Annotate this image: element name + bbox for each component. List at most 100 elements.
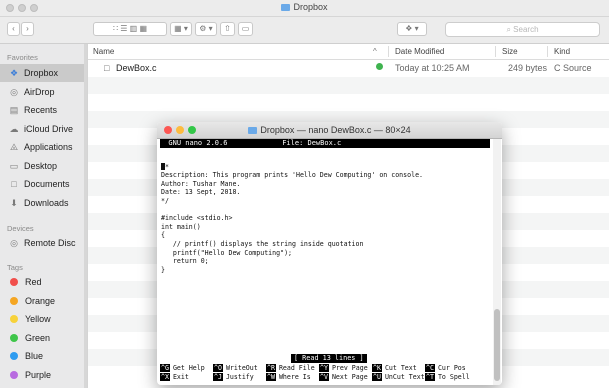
airdrop-icon: ◎ — [10, 86, 18, 97]
file-name: DewBox.c — [116, 63, 157, 73]
file-row[interactable]: □ DewBox.c Today at 10:25 AM 249 bytes C Sou… — [88, 60, 609, 77]
shortcut-read-file: ^R Read File — [266, 364, 315, 373]
back-button[interactable]: ‹ — [7, 22, 20, 36]
forward-button[interactable]: › — [21, 22, 34, 36]
sidebar-item-applications[interactable]: ⨻ Applications — [0, 138, 87, 156]
window-title: Dropbox — [0, 2, 609, 12]
shortcut-writeout: ^O WriteOut — [213, 364, 258, 373]
terminal-close-button[interactable] — [164, 126, 172, 134]
shortcut-label: Prev Page — [331, 364, 368, 372]
view-mode-buttons[interactable]: ∷ ☰ ▥ ▦ — [93, 22, 167, 36]
shortcut-label: Cur Pos — [437, 364, 466, 372]
tag-color-dot — [10, 333, 18, 342]
sidebar-item-documents[interactable]: □ Documents — [0, 175, 87, 193]
dropbox-icon: ❖ — [9, 68, 19, 78]
shortcut-key: ^V — [319, 373, 329, 381]
folder-icon — [248, 127, 258, 134]
shortcut-label: To Spell — [437, 373, 470, 381]
sidebar-item-desktop[interactable]: ▭ Desktop — [0, 157, 87, 175]
sidebar-item-remote-disc[interactable]: ◎ Remote Disc — [0, 234, 87, 252]
terminal-zoom-button[interactable] — [188, 126, 196, 134]
scrollbar-thumb[interactable] — [494, 309, 500, 381]
sidebar-tag-red[interactable]: Red — [0, 273, 87, 291]
shortcut-label: WriteOut — [225, 364, 258, 372]
finder-toolbar: ‹ › ∷ ☰ ▥ ▦ ▦ ▾ ⚙ ▾ ⇧ ▭ ❖ ▾ ⌕ Search — [0, 17, 609, 44]
search-input[interactable]: ⌕ Search — [445, 22, 600, 37]
nano-header-bar: GNU nano 2.0.6 File: DewBox.c — [160, 139, 490, 148]
shortcut-label: Next Page — [331, 373, 368, 381]
tag-color-dot — [10, 315, 18, 324]
code-line: return 0; — [161, 257, 209, 266]
tag-color-dot — [10, 278, 18, 286]
sidebar-tag-purple[interactable]: Purple — [0, 366, 87, 384]
tags-button[interactable]: ▭ — [238, 22, 253, 36]
sidebar-item-label: Purple — [25, 370, 52, 380]
sidebar-item-label: Applications — [24, 142, 73, 152]
sidebar-item-label: Desktop — [24, 160, 58, 171]
sidebar-tag-green[interactable]: Green — [0, 329, 87, 347]
synced-check-icon — [376, 63, 383, 70]
applications-icon: ⨻ — [9, 142, 19, 152]
sidebar-item-label: Recents — [24, 105, 58, 115]
shortcut-key: ^O — [213, 364, 223, 372]
shortcut-prev-page: ^Y Prev Page — [319, 364, 368, 373]
shortcut-to-spell: ^T To Spell — [425, 373, 470, 382]
c-source-file-icon: □ — [104, 63, 110, 73]
finder-titlebar: Dropbox — [0, 0, 609, 17]
shortcut-exit: ^X Exit — [160, 373, 189, 382]
sidebar-item-airdrop[interactable]: ◎ AirDrop — [0, 83, 87, 101]
shortcut-where-is: ^W Where Is — [266, 373, 311, 382]
action-gear-button[interactable]: ⚙ ▾ — [195, 22, 217, 36]
file-date: Today at 10:25 AM — [395, 63, 470, 73]
code-line: #include <stdio.h> — [161, 214, 233, 223]
file-kind: C Source — [554, 63, 592, 73]
shortcut-cut-text: ^K Cut Text — [372, 364, 417, 373]
shortcut-cur-pos: ^C Cur Pos — [425, 364, 466, 373]
sidebar-item-label: Yellow — [25, 314, 51, 325]
sidebar-item-dropbox[interactable]: ❖ Dropbox — [0, 64, 87, 82]
column-kind[interactable]: Kind — [554, 47, 570, 56]
favorites-header: Favorites — [7, 53, 38, 62]
shortcut-label: Get Help — [172, 364, 205, 372]
sidebar-item-icloud-drive[interactable]: ☁ iCloud Drive — [0, 120, 87, 138]
column-size[interactable]: Size — [502, 47, 518, 56]
terminal-titlebar: Dropbox — nano DewBox.c — 80×24 — [157, 122, 502, 139]
terminal-minimize-button[interactable] — [176, 126, 184, 134]
column-date-modified[interactable]: Date Modified — [395, 47, 444, 56]
code-line: * — [161, 162, 491, 172]
shortcut-label: Read File — [278, 364, 315, 372]
shortcut-key: ^J — [213, 373, 223, 381]
code-line: int main() — [161, 222, 201, 231]
shortcut-label: Cut Text — [384, 364, 417, 372]
editor-content[interactable]: * Description: This program prints 'Hello… — [161, 154, 491, 274]
sidebar-item-label: Blue — [25, 351, 44, 362]
sidebar: Favorites ❖ Dropbox ◎ AirDrop ▤ Recents ☁ iClou… — [0, 44, 88, 388]
shortcut-key: ^Y — [319, 364, 329, 372]
sidebar-item-label: Orange — [25, 295, 56, 306]
shortcut-get-help: ^G Get Help — [160, 364, 205, 373]
shortcut-key: ^K — [372, 364, 382, 372]
dropbox-menu-button[interactable]: ❖ ▾ — [397, 22, 427, 36]
arrange-button[interactable]: ▦ ▾ — [170, 22, 192, 36]
sidebar-tag-orange[interactable]: Orange — [0, 292, 87, 310]
sidebar-scrollbar[interactable] — [84, 44, 87, 388]
sidebar-tag-yellow[interactable]: Yellow — [0, 310, 87, 328]
tags-header: Tags — [7, 263, 23, 272]
sidebar-tag-blue[interactable]: Blue — [0, 347, 87, 365]
code-line: */ — [161, 196, 169, 205]
column-name[interactable]: Name — [93, 47, 114, 56]
code-line: printf("Hello Dew Computing"); — [161, 248, 293, 257]
share-button[interactable]: ⇧ — [220, 22, 235, 36]
shortcut-key: ^X — [160, 373, 170, 381]
shortcut-key: ^R — [266, 364, 276, 372]
sidebar-item-downloads[interactable]: ⬇ Downloads — [0, 194, 87, 212]
downloads-icon: ⬇ — [10, 197, 18, 208]
sidebar-item-recents[interactable]: ▤ Recents — [0, 101, 87, 119]
shortcut-label: Where Is — [278, 373, 311, 381]
tag-color-dot — [10, 352, 18, 361]
code-line: { — [161, 231, 165, 240]
shortcut-label: UnCut Text — [384, 373, 425, 381]
code-line: } — [161, 265, 165, 274]
terminal-scrollbar[interactable] — [493, 139, 501, 385]
